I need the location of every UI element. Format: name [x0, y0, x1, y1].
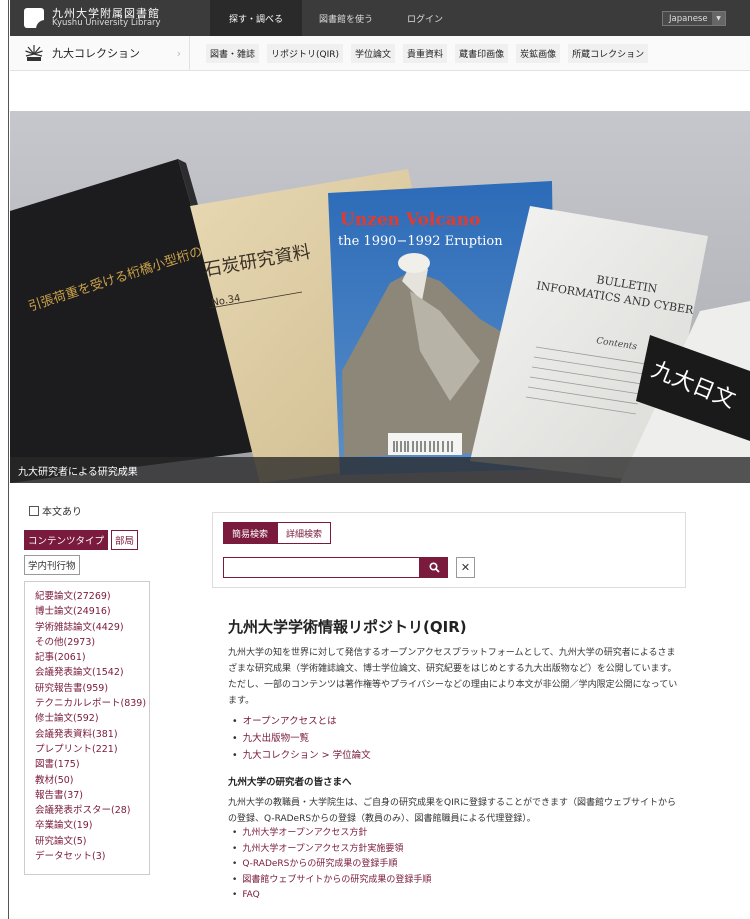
fulltext-checkbox[interactable]	[29, 505, 39, 516]
chevron-down-icon: ▼	[712, 12, 725, 25]
facet-item[interactable]: 研究報告書(959)	[35, 681, 149, 696]
collection-home-link[interactable]: 九大コレクション ›	[10, 35, 190, 71]
nav-use-library[interactable]: 図書館を使う	[302, 0, 390, 36]
facet-item[interactable]: 学術雑誌論文(4429)	[35, 620, 149, 635]
link-oa-policy[interactable]: 九州大学オープンアクセス方針	[232, 826, 431, 842]
intro-text: 九州大学の知を世界に対して発信するオープンアクセスプラットフォームとして、九州大…	[228, 648, 678, 706]
facet-sidebar: 本文あり コンテンツタイプ 部局 学内刊行物 紀要論文(27269) 博士論文(…	[24, 503, 174, 876]
top-nav: 探す・調べる 図書館を使う ログイン	[210, 0, 460, 36]
collection-home-label: 九大コレクション	[52, 47, 140, 60]
search-tabs: 簡易検索 詳細検索	[223, 522, 332, 544]
fulltext-label: 本文あり	[42, 507, 82, 518]
hero-banner[interactable]: 引張荷重を受ける桁橋小型桁の曲損および振動特性に関する研究 石炭研究資料 No.…	[10, 111, 750, 483]
researchers-heading: 九州大学の研究者の皆さまへ	[228, 777, 352, 788]
collection-link-coal-images[interactable]: 炭鉱画像	[516, 43, 561, 63]
collection-link-holdings[interactable]: 所蔵コレクション	[568, 43, 649, 63]
link-oa-policy-guidelines[interactable]: 九州大学オープンアクセス方針実施要領	[232, 842, 431, 858]
facet-item[interactable]: その他(2973)	[35, 635, 149, 650]
collection-link-theses[interactable]: 学位論文	[351, 43, 396, 63]
collection-bar: 九大コレクション › 図書・雑誌 リポジトリ(QIR) 学位論文 貴重資料 蔵書…	[10, 35, 750, 71]
top-bar: 九州大学附属図書館 Kyushu University Library 探す・調…	[10, 0, 750, 36]
nav-search[interactable]: 探す・調べる	[210, 0, 302, 36]
facet-item[interactable]: 会議発表資料(381)	[35, 727, 149, 742]
tab-simple-search[interactable]: 簡易検索	[223, 522, 278, 544]
collection-links: 図書・雑誌 リポジトリ(QIR) 学位論文 貴重資料 蔵書印画像 炭鉱画像 所蔵…	[206, 43, 656, 63]
fulltext-filter[interactable]: 本文あり	[29, 503, 174, 518]
link-open-access[interactable]: オープンアクセスとは	[232, 713, 371, 730]
window-border	[0, 0, 9, 919]
hero-books-image: 引張荷重を受ける桁橋小型桁の曲損および振動特性に関する研究 石炭研究資料 No.…	[10, 111, 750, 483]
library-logo-icon	[24, 8, 45, 29]
facet-item[interactable]: 修士論文(592)	[35, 711, 149, 726]
page-title: 九州大学学術情報リポジトリ(QIR)	[228, 618, 467, 636]
researchers-text: 九州大学の教職員・大学院生は、ご自身の研究成果をQIRに登録することができます（…	[228, 798, 676, 824]
search-icon	[428, 562, 440, 573]
facet-item[interactable]: データセット(3)	[35, 849, 149, 864]
chevron-right-icon: ›	[176, 46, 181, 60]
page: 九州大学附属図書館 Kyushu University Library 探す・調…	[10, 0, 750, 919]
facet-item[interactable]: プレプリント(221)	[35, 742, 149, 757]
close-icon: ✕	[460, 561, 471, 574]
clear-button[interactable]: ✕	[456, 557, 475, 578]
facet-tab-content-type[interactable]: コンテンツタイプ	[24, 530, 109, 550]
facet-item[interactable]: 報告書(37)	[35, 788, 149, 803]
facet-tab-campus-publications[interactable]: 学内刊行物	[24, 555, 80, 575]
link-qraders-registration[interactable]: Q-RADeRSからの研究成果の登録手順	[232, 857, 431, 873]
facet-list: 紀要論文(27269) 博士論文(24916) 学術雑誌論文(4429) その他…	[24, 581, 150, 876]
facet-item[interactable]: テクニカルレポート(839)	[35, 696, 149, 711]
book-unzen-title: Unzen Volcano	[340, 210, 480, 230]
facet-item[interactable]: 記事(2061)	[35, 650, 149, 665]
researcher-links: 九州大学オープンアクセス方針 九州大学オープンアクセス方針実施要領 Q-RADe…	[232, 826, 431, 904]
language-select[interactable]: Japanese ▼	[662, 11, 726, 26]
tab-advanced-search[interactable]: 詳細検索	[277, 522, 332, 544]
facet-item[interactable]: 研究論文(5)	[35, 834, 149, 849]
link-website-registration[interactable]: 図書館ウェブサイトからの研究成果の登録手順	[232, 873, 431, 889]
library-logo[interactable]: 九州大学附属図書館 Kyushu University Library	[10, 0, 210, 36]
sunburst-logo-icon	[25, 45, 43, 61]
link-kyudai-collection-theses[interactable]: 九大コレクション > 学位論文	[232, 747, 371, 764]
hero-caption: 九大研究者による研究成果	[10, 457, 750, 483]
facet-item[interactable]: 教材(50)	[35, 773, 149, 788]
facet-tab-department[interactable]: 部局	[111, 530, 139, 550]
search-button[interactable]	[420, 557, 448, 578]
search-input[interactable]	[223, 557, 420, 578]
facet-tabs: コンテンツタイプ 部局	[24, 530, 174, 550]
logo-title-en: Kyushu University Library	[52, 18, 161, 29]
collection-link-books[interactable]: 図書・雑誌	[206, 43, 260, 63]
facet-item[interactable]: 博士論文(24916)	[35, 604, 149, 619]
link-kyudai-publications[interactable]: 九大出版物一覧	[232, 730, 371, 747]
language-value: Japanese	[669, 13, 708, 24]
collection-link-bookplates[interactable]: 蔵書印画像	[455, 43, 509, 63]
facet-tabs-row2: 学内刊行物	[24, 555, 174, 575]
search-panel: 簡易検索 詳細検索 ✕	[212, 512, 686, 588]
facet-item[interactable]: 卒業論文(19)	[35, 818, 149, 833]
collection-link-repository[interactable]: リポジトリ(QIR)	[267, 43, 344, 63]
book-unzen-subtitle: the 1990−1992 Eruption	[338, 234, 503, 249]
facet-item[interactable]: 会議発表論文(1542)	[35, 665, 149, 680]
facet-item[interactable]: 会議発表ポスター(28)	[35, 803, 149, 818]
intro-links: オープンアクセスとは 九大出版物一覧 九大コレクション > 学位論文	[232, 713, 371, 764]
nav-login[interactable]: ログイン	[390, 0, 460, 36]
link-faq[interactable]: FAQ	[232, 888, 431, 904]
facet-item[interactable]: 紀要論文(27269)	[35, 589, 149, 604]
collection-link-rare-materials[interactable]: 貴重資料	[403, 43, 448, 63]
facet-item[interactable]: 図書(175)	[35, 757, 149, 772]
